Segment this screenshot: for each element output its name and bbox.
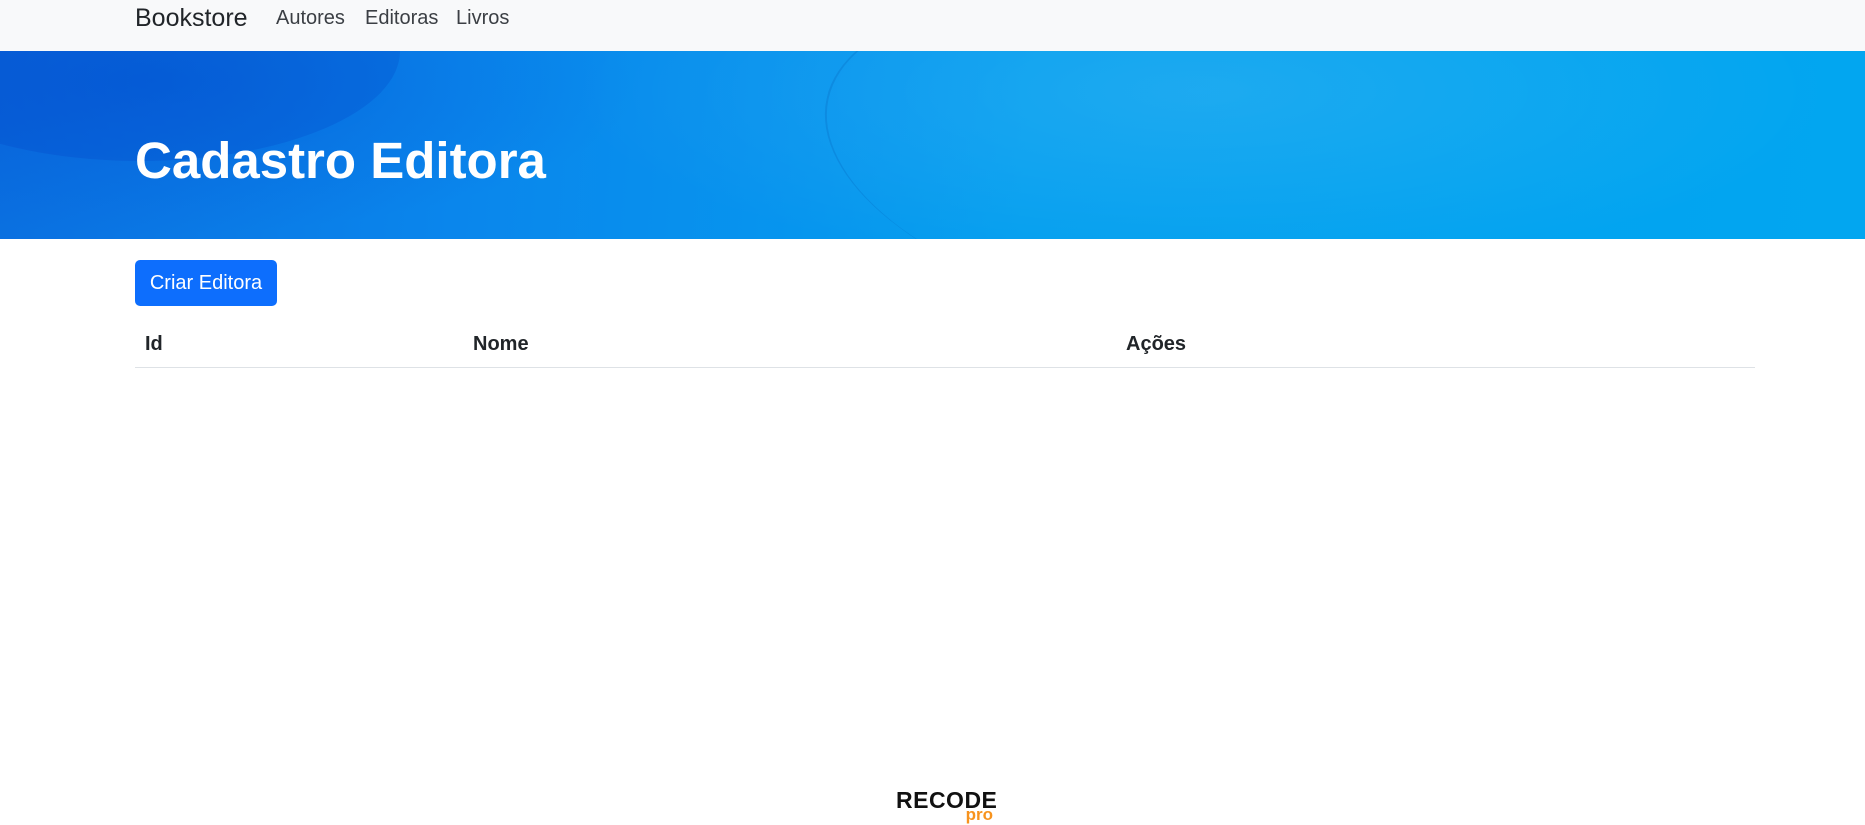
- nav-link-editoras[interactable]: Editoras: [365, 0, 438, 36]
- hero-background-streak: [795, 51, 1445, 239]
- column-header-nome: Nome: [463, 322, 1116, 368]
- navbar: Bookstore Autores Editoras Livros: [0, 0, 1865, 51]
- page-title: Cadastro Editora: [135, 132, 546, 189]
- logo-subtext: pro: [965, 805, 993, 824]
- hero-banner: Cadastro Editora: [0, 51, 1865, 239]
- nav-link-livros[interactable]: Livros: [456, 0, 509, 36]
- table-header-row: Id Nome Ações: [135, 322, 1755, 368]
- footer-logo: RECODE pro: [896, 787, 997, 825]
- editoras-table: Id Nome Ações: [135, 322, 1755, 368]
- create-editora-button[interactable]: Criar Editora: [135, 260, 277, 306]
- column-header-acoes: Ações: [1116, 322, 1755, 368]
- column-header-id: Id: [135, 322, 463, 368]
- table-header: Id Nome Ações: [135, 322, 1755, 368]
- brand-link[interactable]: Bookstore: [135, 0, 248, 36]
- nav-link-autores[interactable]: Autores: [276, 0, 345, 36]
